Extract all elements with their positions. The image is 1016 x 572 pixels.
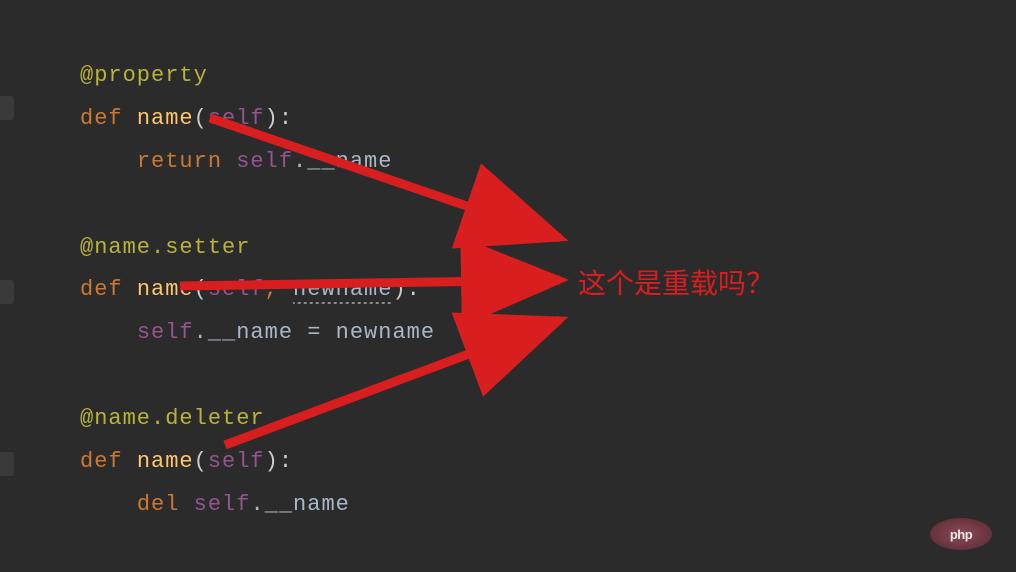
attr-name: __name [208, 320, 293, 345]
paren-open: ( [194, 449, 208, 474]
paren-open: ( [194, 106, 208, 131]
gutter-marker-icon [0, 452, 14, 476]
function-name: name [137, 449, 194, 474]
keyword-del: del [137, 492, 180, 517]
keyword-def: def [80, 449, 123, 474]
gutter-marker-icon [0, 96, 14, 120]
self-param: self [208, 449, 265, 474]
self-ref: self [137, 320, 194, 345]
dot: . [194, 320, 208, 345]
decorator: @name.setter [80, 235, 250, 260]
code-line: def name(self): [80, 98, 1016, 141]
self-ref: self [236, 149, 293, 174]
function-name: name [137, 106, 194, 131]
watermark-badge: php [930, 518, 992, 550]
keyword-def: def [80, 277, 123, 302]
code-line: @name.deleter [80, 398, 1016, 441]
comma: , [265, 277, 279, 302]
blank-line [80, 355, 1016, 398]
paren-close: ) [265, 449, 279, 474]
watermark: php [930, 518, 992, 550]
code-line: self.__name = newname [80, 312, 1016, 355]
paren-close: ) [265, 106, 279, 131]
code-line: @name.setter [80, 227, 1016, 270]
colon: : [407, 277, 421, 302]
keyword-def: def [80, 106, 123, 131]
self-param: self [208, 106, 265, 131]
colon: : [279, 106, 293, 131]
param-newname: newname [293, 277, 392, 304]
dot: . [293, 149, 307, 174]
code-block: @property def name(self): return self.__… [0, 0, 1016, 527]
decorator: @property [80, 63, 208, 88]
dot: . [250, 492, 264, 517]
self-param: self [208, 277, 265, 302]
gutter-marker-icon [0, 280, 14, 304]
code-line: @property [80, 55, 1016, 98]
attr-name: __name [265, 492, 350, 517]
paren-close: ) [392, 277, 406, 302]
annotation-text: 这个是重载吗？ [578, 262, 774, 302]
code-line: def name(self, newname): [80, 269, 1016, 312]
attr-name: __name [307, 149, 392, 174]
keyword-return: return [137, 149, 222, 174]
function-name: name [137, 277, 194, 302]
watermark-label: php [950, 527, 972, 542]
blank-line [80, 184, 1016, 227]
rhs: newname [336, 320, 435, 345]
code-line: return self.__name [80, 141, 1016, 184]
decorator: @name.deleter [80, 406, 265, 431]
code-line: del self.__name [80, 484, 1016, 527]
self-ref: self [194, 492, 251, 517]
paren-open: ( [194, 277, 208, 302]
code-line: def name(self): [80, 441, 1016, 484]
assign-op: = [293, 320, 336, 345]
colon: : [279, 449, 293, 474]
